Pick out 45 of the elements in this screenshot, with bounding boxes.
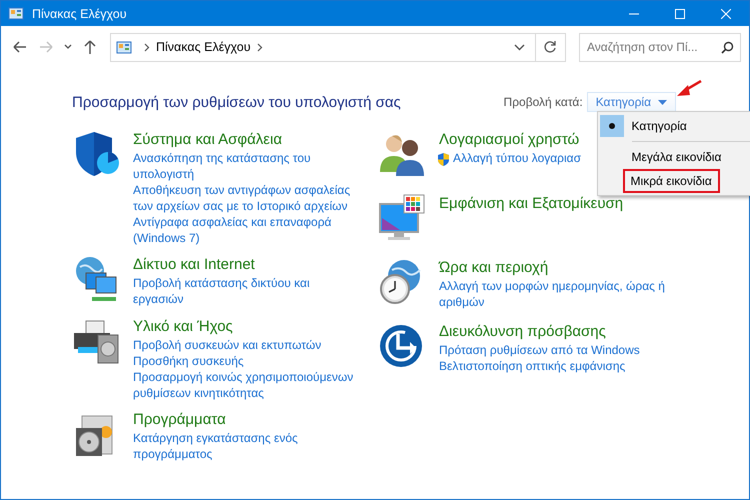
task-link[interactable]: Προσθήκη συσκευής: [133, 353, 244, 369]
window-title: Πίνακας Ελέγχου: [32, 6, 127, 20]
breadcrumb-item[interactable]: Πίνακας Ελέγχου: [156, 40, 251, 54]
task-link[interactable]: Αλλαγή τύπου λογαριασ: [453, 150, 582, 166]
control-panel-icon: [116, 40, 132, 54]
view-by-label: Προβολή κατά:: [504, 95, 583, 109]
view-by-dropdown[interactable]: Κατηγορία: [586, 92, 676, 112]
search-field[interactable]: Αναζήτηση στον Πί...: [579, 32, 741, 62]
chevron-down-icon: [514, 44, 526, 50]
back-arrow-icon: [12, 39, 28, 55]
control-panel-icon: [8, 6, 24, 21]
page-heading: Προσαρμογή των ρυθμίσεων του υπολογιστή σας: [72, 94, 401, 110]
category-title-link[interactable]: Ώρα και περιοχή: [439, 258, 665, 278]
task-link[interactable]: Κατάργηση εγκατάστασης ενός προγράμματος: [133, 430, 359, 462]
task-link[interactable]: Προσαρμογή κοινώς χρησιμοποιούμενων ρυθμίσεων κινητικότητας: [133, 369, 359, 401]
monitor-palette-icon[interactable]: [378, 194, 426, 242]
caret-icon: [658, 100, 667, 104]
category-title-link[interactable]: Δίκτυο και Internet: [133, 255, 359, 275]
task-link[interactable]: Αντίγραφα ασφαλείας και επαναφορά (Windows 7): [133, 214, 359, 246]
search-icon: [721, 40, 734, 54]
task-link[interactable]: Προβολή κατάστασης δικτύου και εργασιών: [133, 275, 359, 307]
category-title-link[interactable]: Υλικό και Ήχος: [133, 317, 359, 337]
menu-item[interactable]: Μικρά εικονίδια: [598, 169, 750, 193]
chevron-icon: [144, 42, 150, 52]
category-title-link[interactable]: Σύστημα και Ασφάλεια: [133, 130, 359, 150]
category-title-link[interactable]: Προγράμματα: [133, 410, 359, 430]
chevron-icon: [256, 42, 263, 52]
refresh-button[interactable]: [536, 32, 566, 62]
category-title-link[interactable]: Εμφάνιση και Εξατομίκευση: [439, 194, 665, 214]
menu-item[interactable]: Μεγάλα εικονίδια: [598, 145, 750, 169]
task-link[interactable]: Πρόταση ρυθμίσεων από τα Windows: [439, 342, 640, 358]
task-link[interactable]: Αλλαγή των μορφών ημερομηνίας, ώρας ή αριθμών: [439, 278, 665, 310]
task-link[interactable]: Ανασκόπηση της κατάστασης του υπολογιστή: [133, 150, 359, 182]
address-bar[interactable]: Πίνακας Ελέγχου: [110, 32, 536, 62]
task-link[interactable]: Αποθήκευση των αντιγράφων ασφαλείας των αρχείων σας με το Ιστορικό αρχείων: [133, 182, 359, 214]
highlight-frame: Μικρά εικονίδια: [622, 169, 720, 193]
menu-item[interactable]: Κατηγορία: [598, 114, 750, 138]
forward-arrow-icon: [38, 39, 54, 55]
task-link[interactable]: Βελτιστοποίηση οπτικής εμφάνισης: [439, 358, 626, 374]
category-title-link[interactable]: Διευκόλυνση πρόσβασης: [439, 322, 665, 342]
maximize-icon: [675, 8, 685, 18]
up-arrow-icon: [82, 39, 98, 55]
task-link[interactable]: Προβολή συσκευών και εκτυπωτών: [133, 337, 322, 353]
close-icon: [721, 8, 731, 18]
refresh-icon: [543, 40, 558, 54]
